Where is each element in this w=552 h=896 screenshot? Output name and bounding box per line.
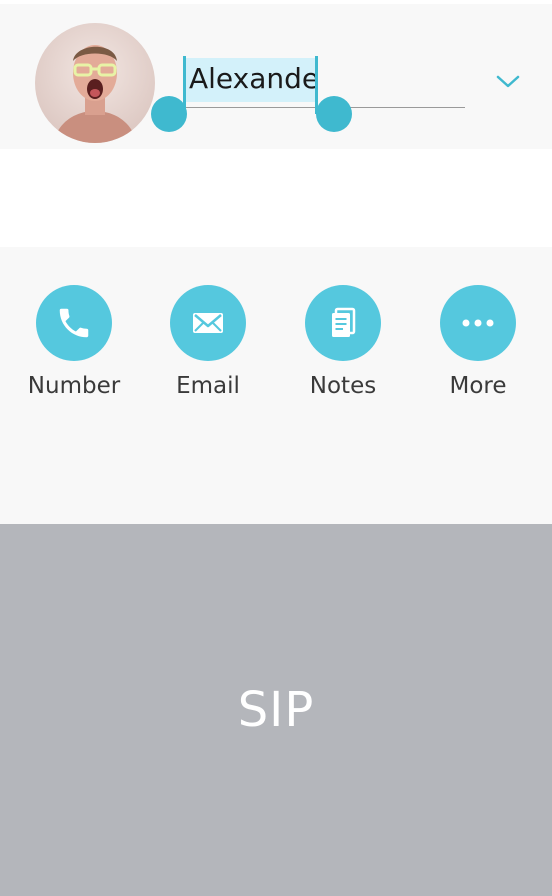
phone-icon: [59, 308, 89, 338]
action-email[interactable]: Email: [148, 285, 268, 399]
quick-actions: Number Email Notes More: [0, 247, 552, 524]
avatar-photo: [35, 23, 155, 143]
chevron-down-icon: [496, 75, 520, 88]
action-email-circle: [170, 285, 246, 361]
selection-end-handle[interactable]: [316, 96, 352, 132]
sip-label: SIP: [237, 682, 315, 738]
action-number-circle: [36, 285, 112, 361]
action-notes[interactable]: Notes: [283, 285, 403, 399]
contact-header: Alexande: [0, 4, 552, 149]
more-dots-icon: [462, 319, 494, 327]
action-more-label: More: [449, 373, 507, 399]
spacer-band: [0, 149, 552, 247]
selection-start-handle[interactable]: [151, 96, 187, 132]
contact-edit-screen: Alexande Number Email Notes More SIP: [0, 0, 552, 896]
contact-avatar[interactable]: [35, 23, 155, 143]
action-more-circle: [440, 285, 516, 361]
notes-icon: [332, 307, 356, 337]
soft-input-panel[interactable]: SIP: [0, 524, 552, 896]
action-notes-circle: [305, 285, 381, 361]
name-input-value: Alexande: [189, 62, 320, 95]
envelope-icon: [193, 313, 223, 333]
expand-name-button[interactable]: [488, 62, 528, 102]
action-email-label: Email: [176, 373, 240, 399]
action-number-label: Number: [27, 373, 121, 399]
action-more[interactable]: More: [418, 285, 538, 399]
action-notes-label: Notes: [309, 373, 377, 399]
action-number[interactable]: Number: [14, 285, 134, 399]
